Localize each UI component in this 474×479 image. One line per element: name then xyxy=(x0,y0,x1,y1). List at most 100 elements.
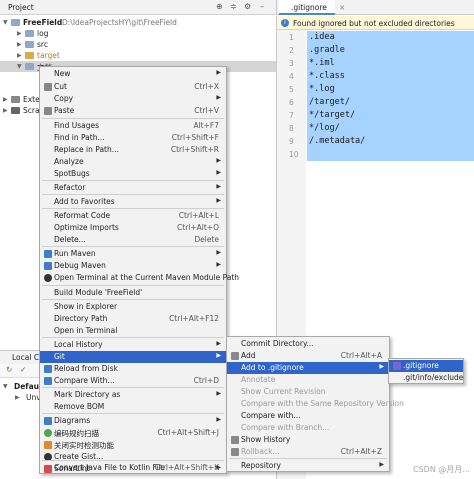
code-line[interactable]: */target/ xyxy=(307,109,474,122)
chevron-down-icon[interactable]: ▼ xyxy=(3,383,8,390)
menu-item-cut[interactable]: Cut Ctrl+X xyxy=(40,81,226,93)
menu-item-analyze[interactable]: Analyze ▶ xyxy=(40,156,226,168)
menu-item-local-history[interactable]: Local History ▶ xyxy=(40,339,226,351)
code-line[interactable]: *.iml xyxy=(307,57,474,70)
chevron-right-icon[interactable]: ▶ xyxy=(17,30,22,37)
menu-item-reformat-code[interactable]: Reformat Code Ctrl+Alt+L xyxy=(40,210,226,222)
menu-item-run-maven[interactable]: Run Maven ▶ xyxy=(40,248,226,260)
menu-item-new[interactable]: New ▶ xyxy=(40,68,226,80)
menu-item-repository[interactable]: Repository ▶ xyxy=(227,460,389,472)
chevron-right-icon[interactable]: ▶ xyxy=(17,52,22,59)
menu-item-item[interactable]: 关闭实时检测功能 xyxy=(40,439,226,451)
menu-item-item[interactable]: 编码规约扫描 Ctrl+Alt+Shift+J xyxy=(40,427,226,439)
project-root-path: D:\IdeaProjectsHY\git\FreeField xyxy=(62,18,177,27)
menu-item-find-in-path[interactable]: Find in Path... Ctrl+Shift+F xyxy=(40,132,226,144)
menu-item-replace-in-path[interactable]: Replace in Path... Ctrl+Shift+R xyxy=(40,144,226,156)
close-icon[interactable]: × xyxy=(339,3,345,12)
target-icon[interactable]: ⊕ xyxy=(216,2,223,11)
menu-item-paste[interactable]: Paste Ctrl+V xyxy=(40,105,226,117)
menu-item-git[interactable]: Git ▶ xyxy=(40,351,226,363)
chevron-right-icon[interactable]: ▶ xyxy=(17,41,22,48)
menu-item-gitignore[interactable]: .gitignore xyxy=(389,360,463,372)
code-line[interactable]: /.metadata/ xyxy=(307,135,474,148)
diagram-icon xyxy=(44,417,52,425)
menu-item-shortcut: Ctrl+Alt+Z xyxy=(340,447,382,456)
menu-item-convert-java-to-kotlin[interactable]: Convert Java File to Kotlin File Ctrl+Alt… xyxy=(40,462,226,474)
menu-item-open-in-terminal[interactable]: Open in Terminal xyxy=(40,325,226,337)
menu-item-rollback[interactable]: Rollback... Ctrl+Alt+Z xyxy=(227,446,389,458)
menu-item-label: Copy xyxy=(54,94,74,103)
menu-item-shortcut: Ctrl+Alt+Shift+K xyxy=(154,463,219,472)
menu-item-build-module-freefield[interactable]: Build Module 'FreeField' xyxy=(40,287,226,299)
menu-item-compare-with[interactable]: Compare With... Ctrl+D xyxy=(40,375,226,387)
commit-icon[interactable]: ✓ xyxy=(20,365,26,374)
context-menu: New ▶ Cut Ctrl+X Copy ▶ Paste Ctrl+V Find Usages… xyxy=(39,66,239,474)
menu-item-label: Find in Path... xyxy=(54,133,105,142)
tree-row-target[interactable]: ▶ target xyxy=(0,50,276,61)
chevron-right-icon[interactable]: ▶ xyxy=(3,107,8,114)
menu-item-refactor[interactable]: Refactor ▶ xyxy=(40,182,226,194)
menu-item-optimize-imports[interactable]: Optimize Imports Ctrl+Alt+O xyxy=(40,222,226,234)
submenu-arrow-icon: ▶ xyxy=(216,416,221,423)
chevron-down-icon[interactable]: ▼ xyxy=(17,63,22,70)
menu-item-show-current-revision[interactable]: Show Current Revision xyxy=(227,386,389,398)
menu-item-label: Build Module 'FreeField' xyxy=(54,288,143,297)
menu-item-remove-bom[interactable]: Remove BOM xyxy=(40,401,226,413)
menu-item-shortcut: Ctrl+Shift+F xyxy=(171,133,219,142)
tree-row-src[interactable]: ▶ src xyxy=(0,39,276,50)
menu-item-find-usages[interactable]: Find Usages Alt+F7 xyxy=(40,120,226,132)
line-number: 3 xyxy=(289,59,294,68)
line-number: 2 xyxy=(289,46,294,55)
code-line[interactable]: /target/ xyxy=(307,96,474,109)
menu-item-delete[interactable]: Delete... Delete xyxy=(40,234,226,246)
code-line[interactable]: .gradle xyxy=(307,44,474,57)
menu-item-directory-path[interactable]: Directory Path Ctrl+Alt+F12 xyxy=(40,313,226,325)
minimize-icon[interactable]: – xyxy=(260,2,264,11)
code-line[interactable]: *.log xyxy=(307,83,474,96)
menu-item-git-info-exclude[interactable]: .git/info/exclude xyxy=(389,372,463,384)
tree-label-log: log xyxy=(37,29,49,38)
scan-icon xyxy=(44,429,52,437)
submenu-arrow-icon: ▶ xyxy=(379,363,384,370)
plus-icon xyxy=(231,352,239,360)
menu-item-diagrams[interactable]: Diagrams ▶ xyxy=(40,415,226,427)
menu-item-commit-directory[interactable]: Commit Directory... xyxy=(227,338,389,350)
submenu-arrow-icon: ▶ xyxy=(216,390,221,397)
menu-item-show-in-explorer[interactable]: Show in Explorer xyxy=(40,301,226,313)
menu-item-open-terminal-at-the-current-maven-module-path[interactable]: Open Terminal at the Current Maven Modul… xyxy=(40,272,239,284)
menu-item-copy[interactable]: Copy ▶ xyxy=(40,93,226,105)
menu-item-annotate[interactable]: Annotate xyxy=(227,374,389,386)
menu-item-add-to-gitignore[interactable]: Add to .gitignore ▶ xyxy=(227,362,389,374)
menu-item-label: 关闭实时检测功能 xyxy=(54,441,114,450)
chevron-right-icon[interactable]: ▶ xyxy=(15,394,20,401)
project-panel-title[interactable]: Project xyxy=(8,3,34,12)
gear-icon[interactable]: ⚙ xyxy=(244,2,251,11)
tree-row-log[interactable]: ▶ log xyxy=(0,28,276,39)
menu-item-reload-from-disk[interactable]: Reload from Disk xyxy=(40,363,226,375)
menu-item-mark-directory-as[interactable]: Mark Directory as ▶ xyxy=(40,389,226,401)
code-line[interactable]: *.class xyxy=(307,70,474,83)
menu-item-compare-with[interactable]: Compare with... xyxy=(227,410,389,422)
chevron-right-icon[interactable]: ▶ xyxy=(3,96,8,103)
menu-item-add-to-favorites[interactable]: Add to Favorites ▶ xyxy=(40,196,226,208)
code-line[interactable] xyxy=(307,148,474,161)
tree-label-src: src xyxy=(37,40,48,49)
menu-item-shortcut: Ctrl+D xyxy=(193,376,219,385)
collapse-icon[interactable]: ≑ xyxy=(230,2,237,11)
menu-item-compare-with-branch[interactable]: Compare with Branch... xyxy=(227,422,389,434)
rollback-icon xyxy=(231,448,239,456)
submenu-arrow-icon: ▶ xyxy=(216,261,221,268)
tree-row-root[interactable]: ▼ FreeField D:\IdeaProjectsHY\git\FreeFi… xyxy=(0,17,276,28)
code-line[interactable]: */log/ xyxy=(307,122,474,135)
menu-item-label: Convert Java File to Kotlin File xyxy=(54,463,166,472)
menu-item-debug-maven[interactable]: Debug Maven ▶ xyxy=(40,260,226,272)
menu-item-compare-with-the-same-repository-version[interactable]: Compare with the Same Repository Version xyxy=(227,398,404,410)
editor-tab-gitignore[interactable]: .gitignore xyxy=(279,0,335,15)
menu-item-add[interactable]: Add Ctrl+Alt+A xyxy=(227,350,389,362)
menu-item-spotbugs[interactable]: SpotBugs ▶ xyxy=(40,168,226,180)
menu-separator xyxy=(42,208,224,209)
code-line[interactable]: .idea xyxy=(307,31,474,44)
refresh-icon[interactable]: ↻ xyxy=(6,365,12,374)
chevron-down-icon[interactable]: ▼ xyxy=(3,19,8,26)
menu-item-show-history[interactable]: Show History xyxy=(227,434,389,446)
